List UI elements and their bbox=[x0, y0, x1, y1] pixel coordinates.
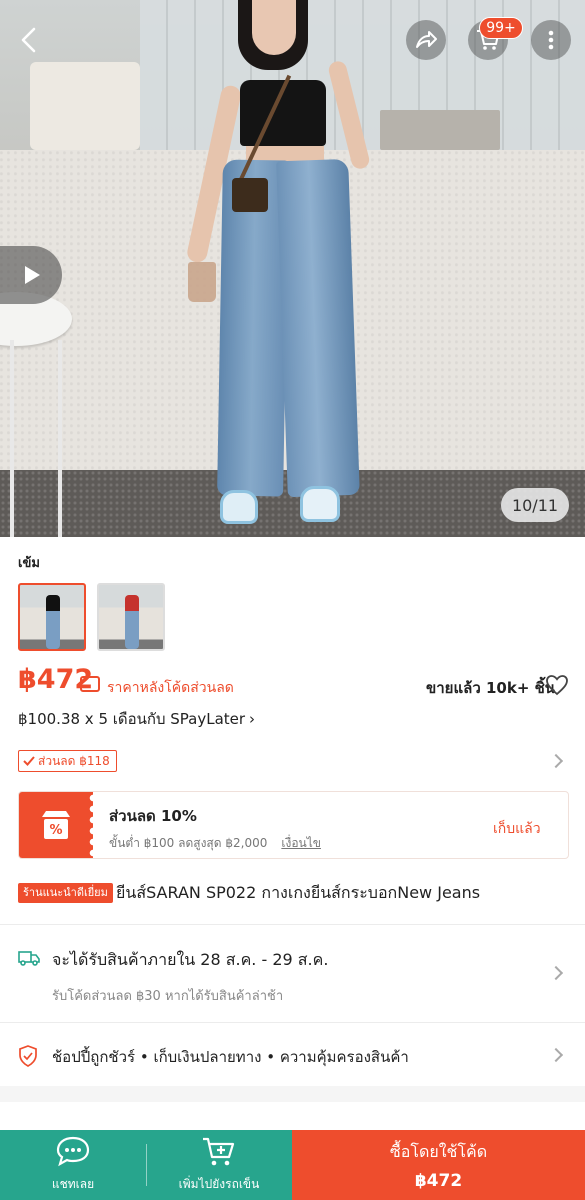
heart-icon[interactable] bbox=[545, 673, 569, 697]
model-shoe bbox=[220, 490, 258, 524]
image-page-indicator: 10/11 bbox=[501, 488, 569, 522]
chat-button[interactable]: แชทเลย bbox=[0, 1130, 146, 1200]
back-icon bbox=[21, 27, 36, 53]
shipping-estimate[interactable]: จะได้รับสินค้าภายใน 28 ส.ค. - 29 ส.ค. bbox=[52, 948, 328, 973]
voucher-title: ส่วนลด 10% bbox=[109, 807, 197, 825]
divider bbox=[0, 1022, 585, 1023]
voucher-terms: ขั้นต่ำ ฿100 ลดสูงสุด ฿2,000 bbox=[109, 836, 268, 850]
chevron-right-icon[interactable] bbox=[548, 1047, 564, 1063]
voucher-card-stub: % bbox=[19, 792, 98, 858]
variant-thumbnail[interactable] bbox=[97, 583, 165, 651]
divider bbox=[0, 924, 585, 925]
variant-thumbnail-selected[interactable] bbox=[18, 583, 86, 651]
installment-text: ฿100.38 x 5 เดือนกับ SPayLater bbox=[18, 710, 246, 728]
shield-icon bbox=[19, 1045, 37, 1067]
buy-button-price: ฿472 bbox=[414, 1170, 463, 1191]
guarantee-text[interactable]: ช้อปปี้ถูกชัวร์ • เก็บเงินปลายทาง • ความ… bbox=[52, 1045, 409, 1069]
model-shoe bbox=[300, 486, 340, 522]
chevron-right-icon[interactable] bbox=[548, 965, 564, 981]
variant-label: เข้ม bbox=[18, 556, 40, 571]
chat-button-label: แชทเลย bbox=[51, 1177, 95, 1191]
play-video-button[interactable] bbox=[0, 246, 62, 304]
more-icon bbox=[548, 30, 554, 50]
product-image-gallery[interactable]: 99+ 10/11 bbox=[0, 0, 585, 537]
chevron-right-icon: › bbox=[249, 710, 256, 728]
thumbnail-figure bbox=[46, 595, 60, 649]
background-machine bbox=[30, 62, 140, 150]
shipping-delay-voucher: รับโค้ดส่วนลด ฿30 หากได้รับสินค้าล่าช้า bbox=[52, 989, 284, 1004]
add-cart-icon bbox=[203, 1137, 235, 1166]
voucher-conditions-link[interactable]: เงื่อนไข bbox=[281, 836, 321, 850]
more-button[interactable] bbox=[531, 20, 571, 60]
voucher-subtitle: ขั้นต่ำ ฿100 ลดสูงสุด ฿2,000 เงื่อนไข bbox=[109, 834, 321, 853]
bottom-action-bar: แชทเลย เพิ่มไปยังรถเข็น ซื้อโดยใช้โค้ด ฿… bbox=[0, 1130, 585, 1200]
buy-button-label: ซื้อโดยใช้โค้ด bbox=[389, 1141, 488, 1161]
add-to-cart-label: เพิ่มไปยังรถเข็น bbox=[178, 1177, 260, 1191]
background-stool-leg bbox=[58, 340, 62, 537]
sold-count: ขายแล้ว 10k+ ชิ้น bbox=[426, 679, 556, 697]
voucher-claim-button[interactable]: เก็บแล้ว bbox=[493, 818, 541, 840]
cart-count-badge: 99+ bbox=[479, 17, 523, 39]
bottom-separator bbox=[146, 1144, 147, 1186]
recommended-shop-badge: ร้านแนะนำดีเยี่ยม bbox=[18, 883, 113, 903]
check-icon bbox=[23, 756, 35, 766]
section-gap bbox=[0, 1086, 585, 1102]
model-face bbox=[252, 0, 296, 55]
play-icon bbox=[25, 266, 40, 284]
thumbnail-figure bbox=[125, 595, 139, 649]
percent-voucher-icon: % bbox=[42, 811, 70, 839]
background-stool-leg bbox=[10, 340, 14, 537]
model-bag bbox=[232, 178, 268, 212]
svg-text:%: % bbox=[49, 823, 62, 838]
price-note: ราคาหลังโค้ดส่วนลด bbox=[107, 680, 234, 696]
jeans-leg bbox=[276, 158, 360, 498]
chevron-right-icon[interactable] bbox=[548, 753, 564, 769]
chat-icon bbox=[56, 1136, 90, 1167]
back-button[interactable] bbox=[14, 24, 46, 56]
share-icon bbox=[416, 31, 437, 48]
product-title: ยีนส์SARAN SP022 กางเกงยีนส์กระบอกNew Je… bbox=[116, 883, 481, 902]
installment-link[interactable]: ฿100.38 x 5 เดือนกับ SPayLater › bbox=[18, 707, 255, 731]
model-cup bbox=[188, 262, 216, 302]
truck-icon bbox=[18, 951, 40, 966]
background-shelf bbox=[380, 110, 500, 150]
shop-voucher-card[interactable]: % ส่วนลด 10% ขั้นต่ำ ฿100 ลดสูงสุด ฿2,00… bbox=[18, 791, 569, 859]
discount-tag[interactable]: ส่วนลด ฿118 bbox=[18, 750, 117, 772]
share-button[interactable] bbox=[406, 20, 446, 60]
discount-tag-label: ส่วนลด ฿118 bbox=[38, 753, 110, 768]
add-to-cart-button[interactable]: เพิ่มไปยังรถเข็น bbox=[146, 1130, 292, 1200]
buy-with-voucher-button[interactable]: ซื้อโดยใช้โค้ด ฿472 bbox=[292, 1130, 585, 1200]
voucher-icon bbox=[80, 676, 100, 692]
